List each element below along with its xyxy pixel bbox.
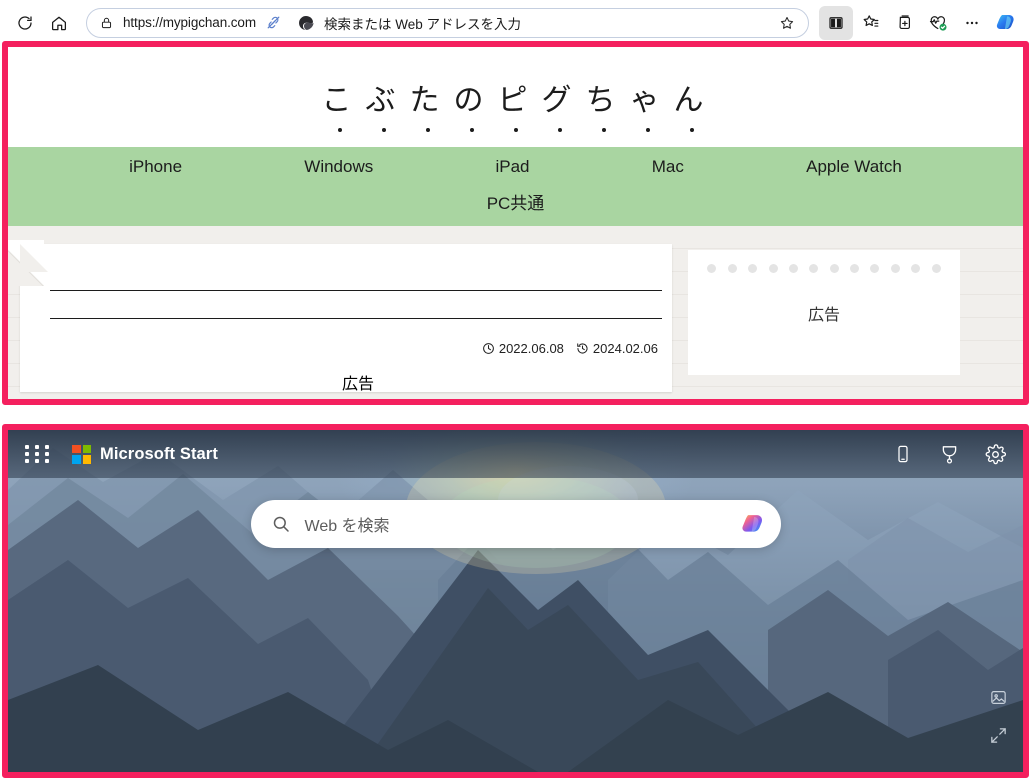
- page-body: 2022.06.08 2024.02.06 広告 広告: [8, 226, 1023, 392]
- search-area: Web を検索: [8, 500, 1023, 548]
- search-input[interactable]: Web を検索: [250, 500, 781, 548]
- microsoft-start-title: Microsoft Start: [100, 444, 218, 463]
- site-navigation: iPhone Windows iPad Mac Apple Watch PC共通: [8, 147, 1023, 226]
- site-title-char: ち: [582, 75, 626, 119]
- nav-item-iphone[interactable]: iPhone: [129, 157, 182, 177]
- search-icon: [271, 514, 291, 534]
- site-title-char: ぶ: [362, 75, 406, 119]
- sidebar-ad-label: 広告: [807, 306, 840, 324]
- nav-item-windows[interactable]: Windows: [304, 157, 373, 177]
- site-title[interactable]: こぶたのピグちゃん: [318, 75, 714, 119]
- split-screen-link-icon[interactable]: [264, 13, 284, 33]
- split-screen-button[interactable]: [819, 5, 853, 40]
- site-title-char: ん: [670, 75, 714, 119]
- nav-row-secondary: PC共通: [8, 177, 1023, 214]
- mobile-phone-icon[interactable]: [891, 442, 915, 466]
- site-title-char: こ: [318, 75, 362, 119]
- updated-date-text: 2024.02.06: [592, 341, 658, 356]
- published-date-text: 2022.06.08: [498, 341, 564, 356]
- copilot-icon[interactable]: [739, 510, 767, 538]
- browser-window: https://mypigchan.com 検索または Web アドレスを入力: [0, 0, 1031, 780]
- mountain-scenery-image: [8, 442, 1023, 772]
- microsoft-start-brand[interactable]: Microsoft Start: [72, 444, 218, 464]
- background-image-tools: [989, 688, 1009, 746]
- ad-dots-decoration: [688, 264, 960, 273]
- copilot-button[interactable]: [989, 6, 1023, 40]
- address-bar[interactable]: https://mypigchan.com 検索または Web アドレスを入力: [86, 7, 809, 38]
- webpage-content: こぶたのピグちゃん iPhone Windows iPad Mac Apple Watc…: [8, 47, 1023, 399]
- lock-icon: [97, 14, 115, 32]
- settings-gear-icon[interactable]: [983, 442, 1007, 466]
- site-title-char: グ: [538, 75, 582, 119]
- updated-date: 2024.02.06: [576, 341, 658, 356]
- collections-button[interactable]: [887, 6, 921, 40]
- favorites-button[interactable]: [853, 6, 887, 40]
- published-date: 2022.06.08: [482, 341, 564, 356]
- rewards-medal-icon[interactable]: [937, 442, 961, 466]
- site-header: こぶたのピグちゃん: [8, 47, 1023, 147]
- expand-fullscreen-icon[interactable]: [989, 726, 1009, 746]
- settings-and-more-button[interactable]: [955, 6, 989, 40]
- browser-essentials-button[interactable]: [921, 6, 955, 40]
- article-divider-line: [50, 290, 662, 291]
- start-header-actions: [891, 442, 1007, 466]
- folded-corner-cover: [20, 244, 48, 272]
- bottom-ad-label: 広告: [341, 376, 374, 392]
- app-grid-icon[interactable]: [24, 441, 50, 467]
- home-button[interactable]: [42, 6, 76, 40]
- article-meta: 2022.06.08 2024.02.06: [482, 341, 658, 356]
- browser-toolbar: https://mypigchan.com 検索または Web アドレスを入力: [0, 0, 1031, 45]
- nav-item-ipad[interactable]: iPad: [495, 157, 529, 177]
- address-bar-placeholder: 検索または Web アドレスを入力: [323, 16, 521, 32]
- address-bar-url: https://mypigchan.com: [123, 15, 256, 30]
- article-card: 2022.06.08 2024.02.06 広告: [8, 240, 672, 392]
- bottom-ad-slot: 広告: [32, 370, 684, 392]
- microsoft-logo-icon: [72, 444, 91, 464]
- search-placeholder: Web を検索: [304, 518, 390, 535]
- nav-row-primary: iPhone Windows iPad Mac Apple Watch: [8, 157, 1023, 177]
- microsoft-start-page: Microsoft Start Web を検索: [8, 430, 1023, 772]
- nav-item-mac[interactable]: Mac: [652, 157, 684, 177]
- site-title-char: の: [450, 75, 494, 119]
- sidebar-ad-slot[interactable]: 広告: [688, 250, 960, 375]
- site-title-char: ゃ: [626, 75, 670, 119]
- history-icon: [576, 342, 589, 355]
- start-header: Microsoft Start: [8, 430, 1023, 478]
- site-title-char: ピ: [494, 75, 538, 119]
- nav-item-apple-watch[interactable]: Apple Watch: [806, 157, 902, 177]
- article-divider-line: [50, 318, 662, 319]
- sidebar: 広告: [688, 244, 1011, 390]
- edge-copilot-icon: [296, 13, 316, 33]
- nav-item-pc共通[interactable]: PC共通: [487, 189, 545, 214]
- star-icon[interactable]: [776, 12, 798, 34]
- refresh-button[interactable]: [8, 6, 42, 40]
- site-title-char: た: [406, 75, 450, 119]
- image-info-icon[interactable]: [989, 688, 1009, 708]
- clock-icon: [482, 342, 495, 355]
